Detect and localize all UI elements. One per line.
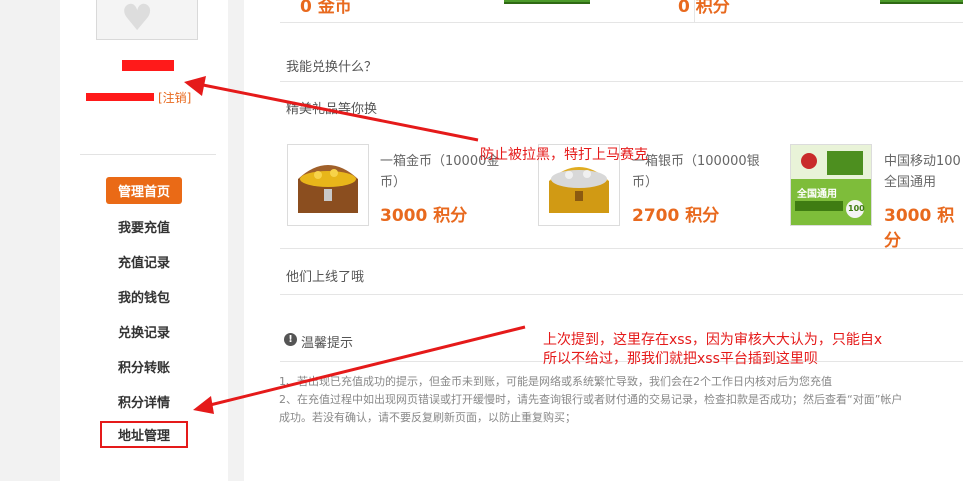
nav-label: 充值记录	[117, 256, 170, 271]
divider	[80, 154, 216, 155]
they-are-online-heading: 他们上线了哦	[286, 270, 365, 285]
logout-link[interactable]: [注销]	[158, 89, 191, 106]
nav-label: 我要充值	[117, 221, 170, 236]
gift-name-line1: 一箱银币（100000银	[632, 154, 760, 169]
annotation-text: 防止被拉黑，特打上马赛克	[480, 147, 648, 163]
nav-label: 管理首页	[105, 177, 182, 204]
annotation-text: 所以不给过，那我们就把xss平台插到这里呗	[543, 351, 818, 367]
nav-recharge[interactable]: 我要充值	[60, 217, 228, 236]
divider	[280, 294, 963, 295]
gift-price: 3000 积分	[380, 206, 468, 226]
nav-admin-home[interactable]: 管理首页	[60, 177, 228, 204]
tips-heading: 温馨提示	[301, 336, 354, 351]
nav-label: 积分详情	[117, 396, 170, 411]
gift-image-mobile-card[interactable]: 全国通用 100	[790, 144, 872, 226]
points-balance: 0 积分	[678, 0, 730, 17]
divider	[280, 81, 963, 82]
points-action-button[interactable]	[880, 0, 963, 4]
treasure-chest-icon	[298, 165, 358, 213]
featured-gifts-heading: 精美礼品等你换	[286, 102, 378, 117]
exchange-question-heading: 我能兑换什么？	[286, 60, 378, 75]
divider	[280, 248, 963, 249]
redacted-account	[86, 93, 154, 101]
gold-action-button[interactable]	[504, 0, 590, 4]
gift-price: 3000 积分	[884, 206, 955, 251]
nav-points-details[interactable]: 积分详情	[60, 392, 228, 411]
card-text: 全国通用	[797, 189, 837, 200]
nav-label: 地址管理	[99, 421, 188, 448]
gift-name-line2: 全国通用	[884, 175, 937, 190]
exclamation-icon: !	[284, 333, 297, 346]
sidebar: ♥ [注销] 管理首页 我要充值 充值记录 我的钱包 兑换记录 积分转账 积分详…	[60, 0, 228, 481]
redacted-username	[122, 60, 174, 71]
gold-balance: 0 金币	[300, 0, 352, 17]
nav-wallet[interactable]: 我的钱包	[60, 287, 228, 306]
tip-line: 成功。若没有确认，请不要反复刷新页面，以防止重复购买；	[279, 411, 576, 424]
gift-price: 2700 积分	[632, 206, 720, 226]
gift-name-line1: 中国移动100	[884, 154, 961, 169]
nav-exchange-records[interactable]: 兑换记录	[60, 322, 228, 341]
tip-line: 1、若出现已充值成功的提示，但金币未到账，可能是网络或系统繁忙导致，我们会在2个…	[279, 375, 832, 388]
gift-name-line2: 币）	[632, 175, 659, 190]
gift-image-gold-chest[interactable]	[287, 144, 369, 226]
avatar: ♥	[96, 0, 198, 40]
nav-recharge-records[interactable]: 充值记录	[60, 252, 228, 271]
gift-name-line2: 币）	[380, 175, 407, 190]
annotation-text: 上次提到，这里存在xss，因为审核大大认为，只能自x	[543, 332, 883, 348]
nav-address-management[interactable]: 地址管理	[60, 421, 228, 448]
nav-label: 我的钱包	[117, 291, 170, 306]
nav-label: 积分转账	[117, 361, 170, 376]
balance-area: 0 金币 0 积分	[280, 0, 963, 23]
tip-line: 2、在充值过程中如出现网页错误或打开缓慢时，请先查询银行或者财付通的交易记录，检…	[279, 393, 903, 406]
main-content: 0 金币 0 积分 我能兑换什么？ 精美礼品等你换 一箱金币（10000金 币）…	[244, 0, 963, 481]
nav-label: 兑换记录	[117, 326, 170, 341]
nav-points-transfer[interactable]: 积分转账	[60, 357, 228, 376]
card-value: 100	[848, 204, 865, 213]
heart-icon: ♥	[121, 0, 154, 39]
